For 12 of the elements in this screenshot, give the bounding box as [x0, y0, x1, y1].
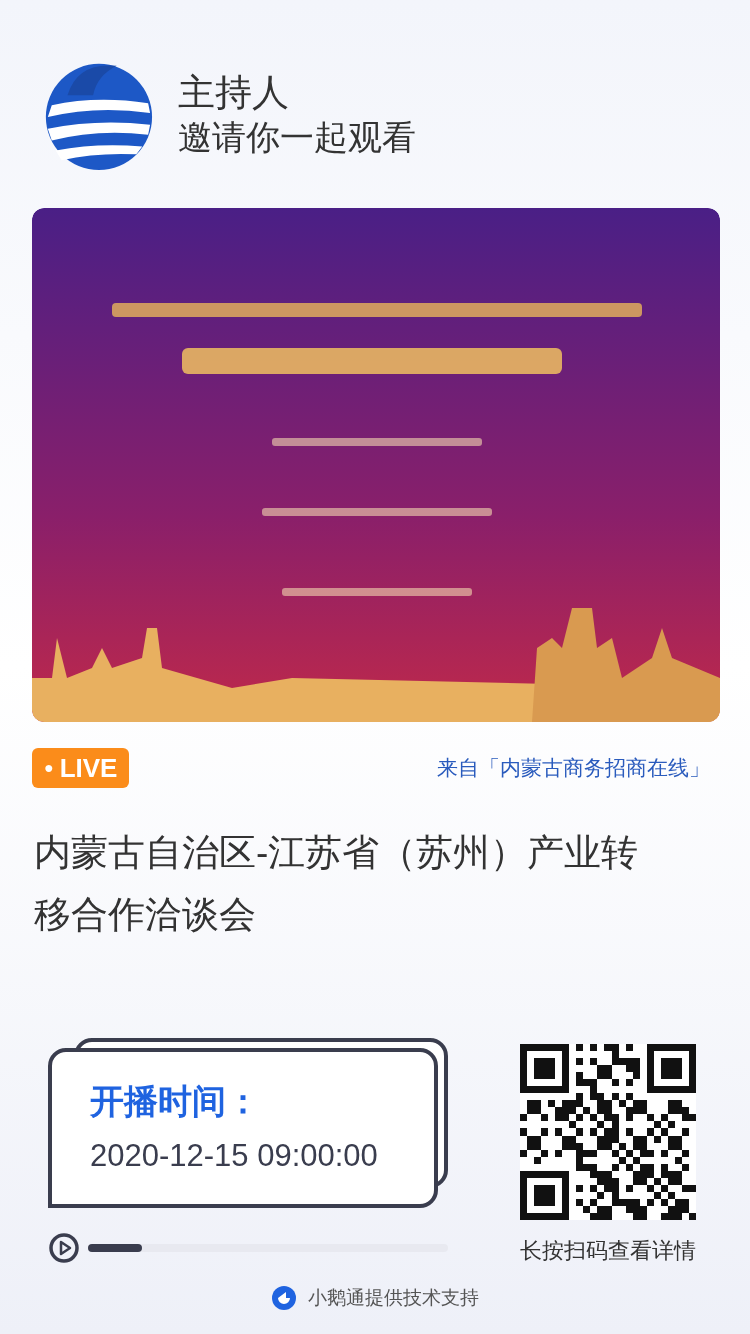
play-icon[interactable] — [48, 1232, 80, 1264]
event-title: 内蒙古自治区-江苏省（苏州）产业转移合作洽谈会 — [33, 831, 640, 937]
host-label: 主持人 — [178, 71, 290, 115]
qr-caption: 长按扫码查看详情 — [520, 1237, 696, 1265]
invite-text: 邀请你一起观看 — [178, 117, 416, 158]
live-dot-icon: ● — [44, 756, 54, 780]
schedule-label: 开播时间： — [90, 1081, 261, 1123]
schedule-time: 2020-12-15 09:00:00 — [90, 1137, 379, 1176]
live-label: LIVE — [59, 751, 118, 785]
footer-text: 小鹅通提供技术支持 — [307, 1286, 479, 1310]
source-text: 来自「内蒙古商务招商在线」 — [437, 755, 711, 782]
brand-logo-icon — [271, 1286, 296, 1311]
